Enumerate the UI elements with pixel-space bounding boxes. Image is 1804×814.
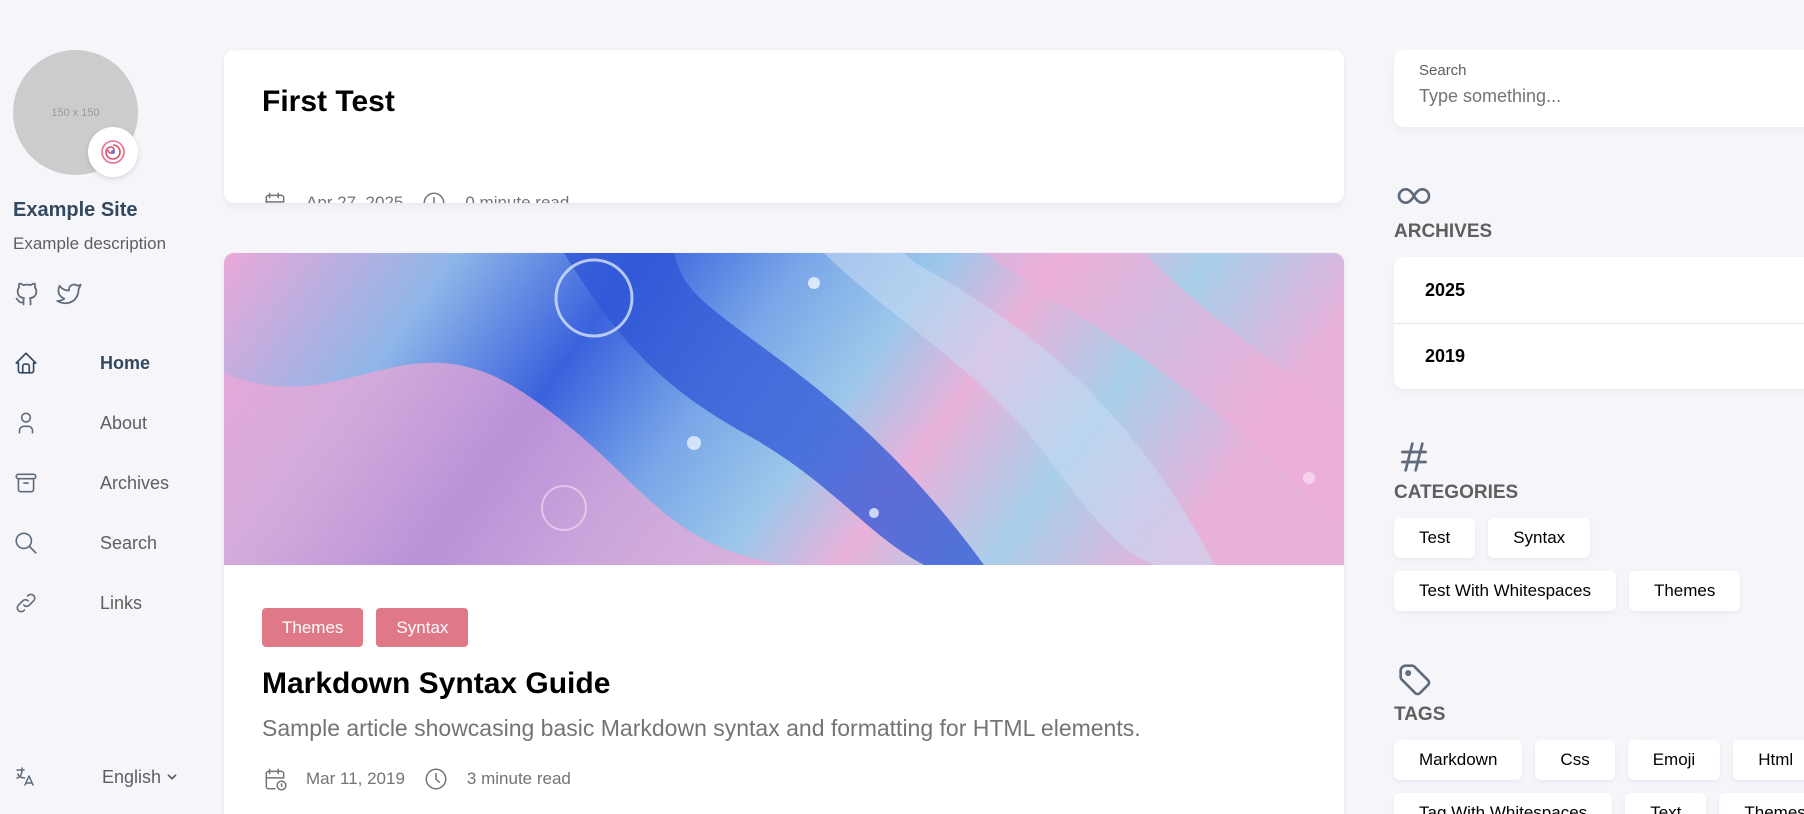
menu-item-home[interactable]: Home	[13, 333, 193, 393]
post-subtitle: Sample article showcasing basic Markdown…	[262, 715, 1141, 741]
calendar-icon	[262, 190, 288, 203]
tag-chip[interactable]: Text	[1625, 793, 1707, 814]
post-meta: Apr 27, 2025 0 minute read	[262, 190, 569, 203]
user-icon	[13, 410, 39, 436]
calendar-icon	[262, 766, 288, 792]
language-selector[interactable]: English	[13, 765, 179, 789]
site-description: Example description	[13, 234, 167, 253]
post-read-time: 3 minute read	[466, 769, 571, 788]
home-icon	[13, 350, 39, 376]
left-sidebar: 150 x 150 Example Site Example descripti…	[0, 0, 200, 814]
menu-label-about: About	[100, 412, 148, 433]
menu-label-archives: Archives	[100, 472, 170, 493]
post-cover-image[interactable]	[224, 253, 1344, 565]
post-date: Mar 11, 2019	[306, 769, 405, 788]
post-meta: Mar 11, 2019 3 minute read	[262, 766, 571, 792]
post-title[interactable]: Markdown Syntax Guide	[262, 667, 610, 701]
category-chip[interactable]: Test	[1394, 518, 1476, 558]
category-tag[interactable]: Syntax	[376, 608, 469, 647]
avatar-placeholder-text: 150 x 150	[51, 106, 100, 119]
clock-icon	[423, 766, 449, 792]
category-chip[interactable]: Test With Whitespaces	[1394, 571, 1616, 611]
tag-chip[interactable]: Themes	[1719, 793, 1804, 814]
link-icon	[13, 590, 39, 616]
tag-chip[interactable]: Html	[1733, 740, 1804, 780]
post-read-time: 0 minute read	[465, 193, 570, 203]
archives-list: 2025 2019	[1394, 257, 1804, 389]
menu-label-search: Search	[100, 532, 158, 553]
avatar-wrap: 150 x 150	[13, 50, 138, 177]
site-name[interactable]: Example Site	[13, 199, 138, 222]
infinity-icon	[1394, 176, 1434, 216]
archive-year[interactable]: 2019	[1394, 323, 1804, 389]
search-widget: Search	[1394, 50, 1804, 127]
archive-year[interactable]: 2025	[1394, 257, 1804, 323]
tag-chip[interactable]: Css	[1535, 740, 1615, 780]
category-tag[interactable]: Themes	[262, 608, 364, 647]
swirl-icon	[101, 140, 125, 164]
tag-chip[interactable]: Emoji	[1627, 740, 1721, 780]
right-sidebar: Search ARCHIVES 2025 2019 CATEGORIES Tes…	[1394, 0, 1804, 814]
menu-item-archives[interactable]: Archives	[13, 453, 193, 513]
search-icon	[13, 530, 39, 556]
clock-icon	[421, 190, 447, 203]
search-input[interactable]	[1419, 86, 1779, 107]
menu-label-home: Home	[100, 352, 151, 373]
tags-list: Markdown Css Emoji Html Tag With Whitesp…	[1394, 740, 1804, 814]
post-card[interactable]: First Test Apr 27, 2025 0 minute read	[224, 50, 1344, 203]
menu-item-search[interactable]: Search	[13, 513, 193, 573]
language-icon	[13, 765, 37, 789]
tag-icon	[1394, 659, 1434, 699]
tag-chip[interactable]: Markdown	[1394, 740, 1523, 780]
category-chip[interactable]: Syntax	[1488, 518, 1591, 558]
menu-item-about[interactable]: About	[13, 393, 193, 453]
archive-icon	[13, 470, 39, 496]
menu-label-links: Links	[100, 592, 143, 613]
tags-widget-title: TAGS	[1394, 704, 1446, 725]
post-categories: Themes Syntax	[262, 608, 469, 647]
language-label[interactable]: English	[102, 767, 161, 788]
social-links	[13, 280, 83, 308]
categories-list: Test Syntax Test With Whitespaces Themes	[1394, 518, 1804, 611]
tag-chip[interactable]: Tag With Whitespaces	[1394, 793, 1613, 814]
chevron-down-icon	[165, 770, 179, 784]
hash-icon	[1394, 437, 1434, 477]
categories-widget-title: CATEGORIES	[1394, 482, 1519, 503]
menu-item-links[interactable]: Links	[13, 573, 193, 633]
avatar-emoji-badge	[88, 127, 138, 177]
post-date: Apr 27, 2025	[306, 193, 404, 203]
archives-widget-title: ARCHIVES	[1394, 221, 1493, 242]
category-chip[interactable]: Themes	[1628, 571, 1741, 611]
post-title[interactable]: First Test	[262, 85, 395, 119]
main-menu: Home About Archives Search Links	[13, 333, 193, 633]
twitter-icon[interactable]	[55, 280, 83, 308]
github-icon[interactable]	[13, 280, 41, 308]
search-label: Search	[1419, 62, 1467, 79]
post-card[interactable]: Themes Syntax Markdown Syntax Guide Samp…	[224, 253, 1344, 814]
